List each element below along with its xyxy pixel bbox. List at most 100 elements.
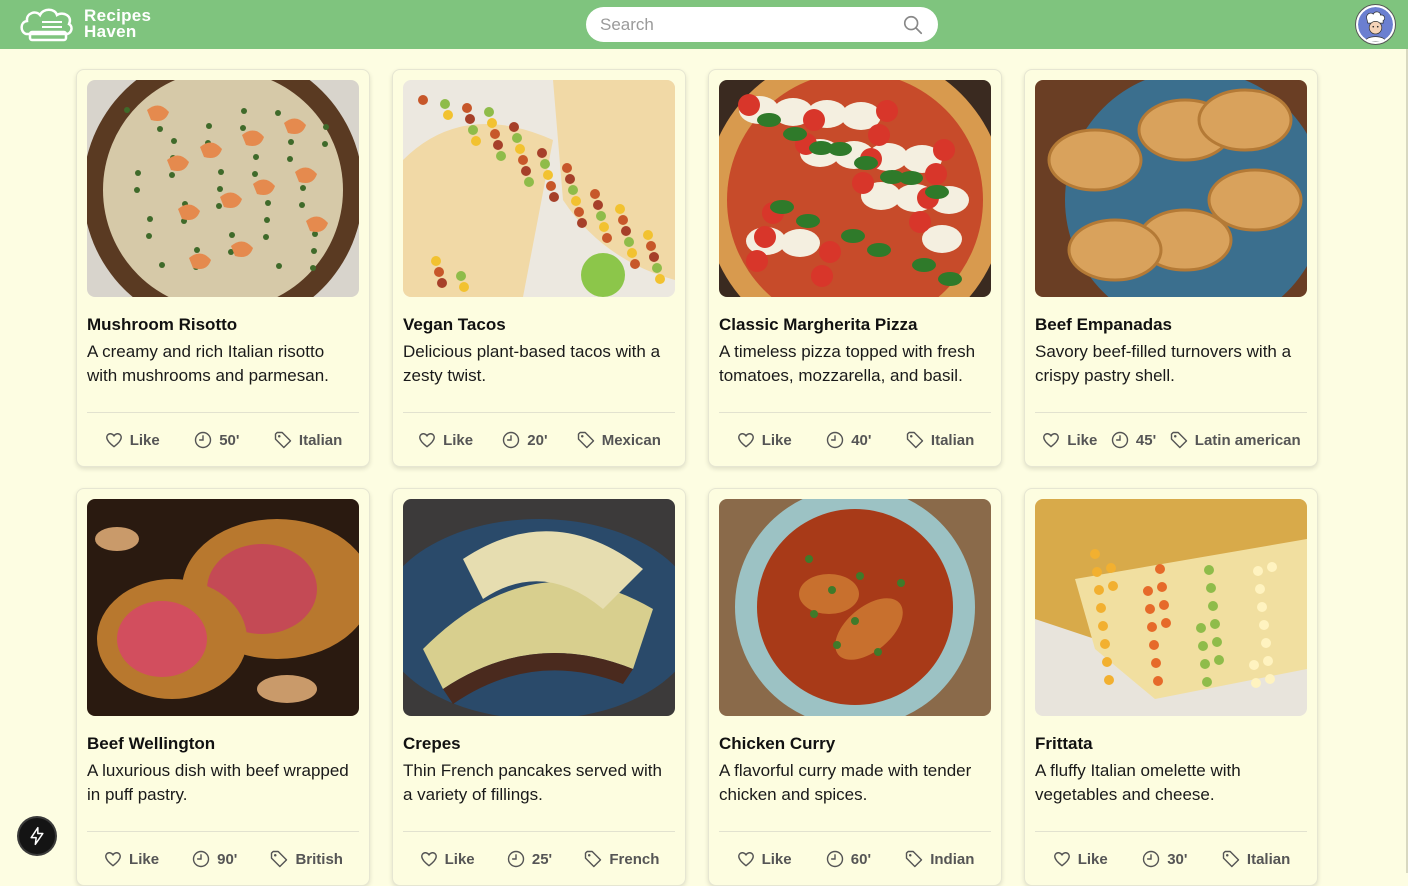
recipe-title[interactable]: Vegan Tacos — [403, 315, 675, 335]
search-icon[interactable] — [902, 14, 924, 36]
cook-time: 40' — [825, 430, 871, 450]
like-button[interactable]: Like — [417, 430, 473, 450]
like-button[interactable]: Like — [1052, 849, 1108, 869]
recipe-title[interactable]: Classic Margherita Pizza — [719, 315, 991, 335]
heart-icon — [105, 852, 122, 867]
cook-time-value: 30' — [1167, 850, 1188, 868]
recipe-description: A fluffy Italian omelette with vegetable… — [1035, 761, 1241, 804]
recipe-card[interactable]: Chicken Curry A flavorful curry made wit… — [708, 488, 1002, 886]
like-button[interactable]: Like — [736, 849, 792, 869]
recipe-card[interactable]: Classic Margherita Pizza A timeless pizz… — [708, 69, 1002, 467]
card-divider — [719, 831, 991, 832]
recipe-title[interactable]: Crepes — [403, 734, 675, 754]
search-bar — [586, 7, 938, 42]
recipe-meta: Like 60' Indian — [719, 847, 991, 871]
recipe-title[interactable]: Mushroom Risotto — [87, 315, 359, 335]
recipe-card[interactable]: Crepes Thin French pancakes served with … — [392, 488, 686, 886]
recipe-image[interactable] — [403, 80, 675, 297]
cuisine-tag[interactable]: Italian — [273, 430, 342, 450]
recipe-description: A luxurious dish with beef wrapped in pu… — [87, 761, 349, 804]
app-logo[interactable]: Recipes Haven — [18, 4, 151, 44]
cuisine-tag[interactable]: Indian — [904, 849, 974, 869]
like-label: Like — [443, 431, 474, 449]
recipe-meta: Like 40' Italian — [719, 428, 991, 452]
cook-time: 90' — [191, 849, 237, 869]
like-button[interactable]: Like — [419, 849, 475, 869]
like-button[interactable]: Like — [1041, 430, 1097, 450]
recipe-card[interactable]: Vegan Tacos Delicious plant-based tacos … — [392, 69, 686, 467]
recipe-image[interactable] — [719, 499, 991, 716]
tag-icon — [271, 850, 288, 868]
like-label: Like — [1077, 850, 1108, 868]
recipe-image[interactable] — [87, 80, 359, 297]
card-divider — [1035, 412, 1307, 413]
top-header: Recipes Haven — [0, 0, 1408, 49]
like-label: Like — [761, 850, 792, 868]
recipe-card[interactable]: Frittata A fluffy Italian omelette with … — [1024, 488, 1318, 886]
recipe-image[interactable] — [1035, 80, 1307, 297]
recipe-image[interactable] — [1035, 499, 1307, 716]
quick-action-button[interactable] — [19, 818, 55, 854]
card-divider — [403, 412, 675, 413]
card-divider — [87, 412, 359, 413]
cuisine-label: Indian — [930, 850, 975, 868]
cook-time-value: 50' — [219, 431, 240, 449]
heart-icon — [105, 433, 122, 448]
recipe-title[interactable]: Frittata — [1035, 734, 1307, 754]
card-divider — [403, 831, 675, 832]
cook-time: 50' — [193, 430, 239, 450]
like-label: Like — [1067, 431, 1098, 449]
recipe-image[interactable] — [87, 499, 359, 716]
recipe-card[interactable]: Beef Empanadas Savory beef-filled turnov… — [1024, 69, 1318, 467]
search-input[interactable] — [600, 14, 902, 35]
recipe-image[interactable] — [403, 499, 675, 716]
cuisine-label: French — [609, 850, 660, 868]
cook-time-value: 45' — [1135, 431, 1157, 449]
heart-icon — [737, 433, 754, 448]
recipe-meta: Like 50' Italian — [87, 428, 359, 452]
like-button[interactable]: Like — [736, 430, 792, 450]
user-avatar[interactable] — [1356, 5, 1395, 44]
cuisine-tag[interactable]: Latin american — [1169, 430, 1301, 450]
recipe-title[interactable]: Beef Wellington — [87, 734, 359, 754]
card-divider — [719, 412, 991, 413]
recipe-card[interactable]: Beef Wellington A luxurious dish with be… — [76, 488, 370, 886]
recipe-description: Delicious plant-based tacos with a zesty… — [403, 342, 661, 385]
like-button[interactable]: Like — [103, 849, 159, 869]
cuisine-label: Italian — [930, 431, 975, 449]
recipe-description: A creamy and rich Italian risotto with m… — [87, 342, 329, 385]
recipe-image[interactable] — [719, 80, 991, 297]
cuisine-tag[interactable]: British — [269, 849, 343, 869]
cook-time: 45' — [1110, 430, 1156, 450]
cuisine-tag[interactable]: Italian — [905, 430, 974, 450]
cuisine-tag[interactable]: Mexican — [576, 430, 661, 450]
clock-icon — [503, 431, 520, 449]
clock-icon — [192, 850, 210, 868]
cuisine-tag[interactable]: French — [583, 849, 659, 869]
cuisine-label: Mexican — [601, 431, 661, 449]
recipe-title[interactable]: Beef Empanadas — [1035, 315, 1307, 335]
heart-icon — [1053, 852, 1070, 867]
like-button[interactable]: Like — [104, 430, 160, 450]
recipe-title[interactable]: Chicken Curry — [719, 734, 991, 754]
tag-icon — [585, 850, 602, 868]
recipe-meta: Like 20' Mexican — [403, 428, 675, 452]
cuisine-label: British — [295, 850, 343, 868]
tag-icon — [905, 850, 923, 868]
cuisine-label: Latin american — [1194, 431, 1301, 449]
card-divider — [1035, 831, 1307, 832]
tag-icon — [1222, 850, 1240, 868]
clock-icon — [194, 431, 212, 449]
cuisine-label: Italian — [1246, 850, 1291, 868]
recipe-meta: Like 25' French — [403, 847, 675, 871]
clock-icon — [1142, 850, 1160, 868]
heart-icon — [1043, 433, 1060, 448]
cuisine-label: Italian — [298, 431, 343, 449]
heart-icon — [420, 852, 437, 867]
chef-avatar-icon — [1358, 7, 1393, 42]
recipe-card[interactable]: Mushroom Risotto A creamy and rich Itali… — [76, 69, 370, 467]
clock-icon — [1111, 431, 1129, 449]
cook-time-value: 90' — [217, 850, 238, 868]
logo-text: Recipes Haven — [84, 7, 151, 40]
cuisine-tag[interactable]: Italian — [1221, 849, 1290, 869]
